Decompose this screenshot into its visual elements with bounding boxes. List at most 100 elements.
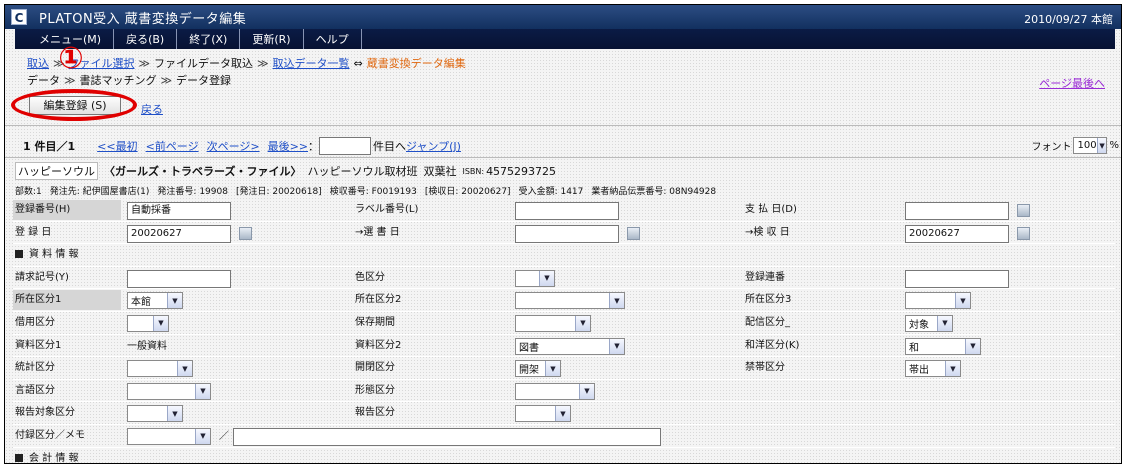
retention-select[interactable]: ▼ <box>515 314 591 332</box>
statistics-select[interactable]: ▼ <box>127 360 193 378</box>
chevron-down-icon: ▼ <box>945 361 960 377</box>
material1-label: 資料区分1 <box>15 339 62 351</box>
section-accounting-info: 会 計 情 報 <box>13 448 1115 463</box>
payment-date-label: 支 払 日(D) <box>745 204 797 215</box>
jump-suffix: 件目へ <box>373 140 407 153</box>
form-row: 言語区分 ▼ 形態区分 ▼ <box>13 380 1115 403</box>
font-control: フォント 100 ▼ % <box>1031 137 1119 154</box>
lang-type-value: 和 <box>909 342 919 354</box>
language-select[interactable]: ▼ <box>127 382 211 400</box>
jump-input[interactable] <box>319 137 372 155</box>
menu-item-exit[interactable]: 終了(X) <box>177 29 241 49</box>
report-target-select[interactable]: ▼ <box>127 405 183 423</box>
location2-select[interactable]: ▼ <box>515 292 625 310</box>
chevron-down-icon: ▼ <box>579 383 594 399</box>
menu-item-update[interactable]: 更新(R) <box>240 29 304 49</box>
language-label: 言語区分 <box>15 384 55 396</box>
material2-select[interactable]: 図書 ▼ <box>515 337 625 355</box>
request-code-label: 請求記号(Y) <box>15 271 69 283</box>
jump-link[interactable]: ジャンプ(J) <box>406 138 461 154</box>
section-material-info: 資 料 情 報 <box>13 244 1115 267</box>
chevron-down-icon: ▼ <box>555 406 570 422</box>
distribution-label: 配信区分_ <box>745 316 790 328</box>
calendar-icon[interactable] <box>239 226 252 240</box>
report-select[interactable]: ▼ <box>515 405 571 423</box>
reg-serial-label: 登録連番 <box>745 271 785 283</box>
calendar-icon[interactable] <box>1017 204 1030 217</box>
chevron-down-icon: ▼ <box>545 361 560 377</box>
reg-date-input[interactable]: 20020627 <box>127 224 231 243</box>
selection-date-label: →選 書 日 <box>355 226 400 238</box>
loan-select[interactable]: ▼ <box>127 314 169 332</box>
pager-last[interactable]: 最後>> <box>268 138 308 154</box>
book-author: ハッピーソウル取材班 <box>307 165 418 178</box>
publisher-tag: ハッピーソウル <box>15 162 98 180</box>
font-size-select[interactable]: 100 ▼ <box>1073 137 1108 154</box>
material1-value: 一般資料 <box>127 340 167 352</box>
appendix-select[interactable]: ▼ <box>127 427 211 445</box>
memo-input[interactable] <box>233 427 661 446</box>
location1-select[interactable]: 本館 ▼ <box>127 292 183 310</box>
open-close-select[interactable]: 開架 ▼ <box>515 360 561 378</box>
menu-item-help[interactable]: ヘルプ <box>304 29 362 49</box>
form-row: 登 録 日 20020627 →選 書 日 →検 収 日 20020627 <box>13 222 1115 245</box>
breadcrumb-arrow: ⇔ <box>353 56 363 70</box>
prohibit-label: 禁帯区分 <box>745 362 785 374</box>
date-branch: 2010/09/27 本館 <box>1024 13 1113 26</box>
book-publisher: 双葉社 <box>423 165 457 178</box>
page-bottom-link[interactable]: ページ最後へ <box>1039 75 1105 91</box>
chevron-down-icon: ▼ <box>609 293 624 309</box>
statistics-label: 統計区分 <box>15 362 55 374</box>
loan-label: 借用区分 <box>15 316 55 328</box>
annotation-number: ① <box>58 41 84 76</box>
breadcrumb-file-import: ファイルデータ取込 <box>154 57 254 70</box>
distribution-select[interactable]: 対象 ▼ <box>905 314 953 332</box>
menu-item-back[interactable]: 戻る(B) <box>114 29 178 49</box>
breadcrumb-current: 蔵書変換データ編集 <box>366 57 466 70</box>
pager-prev[interactable]: <前ページ <box>146 138 199 154</box>
back-link[interactable]: 戻る <box>141 101 163 117</box>
window-title: PLATON受入 蔵書変換データ編集 <box>39 11 247 27</box>
pager-next[interactable]: 次ページ> <box>207 138 260 154</box>
report-target-label: 報告対象区分 <box>15 407 75 419</box>
lang-type-select[interactable]: 和 ▼ <box>905 337 981 355</box>
material2-label: 資料区分2 <box>355 339 402 351</box>
pager-first[interactable]: <<最初 <box>97 138 137 154</box>
prohibit-select[interactable]: 帯出 ▼ <box>905 360 961 378</box>
reg-serial-input[interactable] <box>905 269 1009 288</box>
breadcrumb-import-list[interactable]: 取込データ一覧 <box>273 55 350 71</box>
calendar-icon[interactable] <box>627 226 640 240</box>
reg-no-input[interactable]: 自動採番 <box>127 202 231 220</box>
square-bullet-icon <box>15 453 23 462</box>
font-unit: % <box>1109 140 1119 151</box>
distribution-value: 対象 <box>909 319 929 331</box>
book-title: 〈ガールズ・トラベラーズ・ファイル〉 <box>104 165 302 178</box>
color-select[interactable]: ▼ <box>515 269 555 287</box>
inspect-date-input[interactable]: 20020627 <box>905 224 1009 243</box>
font-size-value: 100 <box>1077 140 1097 151</box>
location3-select[interactable]: ▼ <box>905 292 971 310</box>
calendar-icon[interactable] <box>1017 226 1030 240</box>
form-row: 登録番号(H) 自動採番 ラベル番号(L) 支 払 日(D) <box>13 199 1115 222</box>
location1-label: 所在区分1 <box>13 290 121 311</box>
isbn-label: ISBN: <box>462 166 485 176</box>
form-grid: 登録番号(H) 自動採番 ラベル番号(L) 支 払 日(D) 登 録 日 200… <box>13 199 1115 463</box>
delivery-slip-number: 業者納品伝票番号: 08N94928 <box>591 187 717 197</box>
location1-value: 本館 <box>131 297 151 309</box>
label-no-input[interactable] <box>515 202 619 220</box>
payment-date-input[interactable] <box>905 202 1009 220</box>
request-code-input[interactable] <box>127 269 231 288</box>
selection-date-input[interactable] <box>515 224 619 243</box>
breadcrumb-sep: ≫ <box>257 56 269 70</box>
breadcrumb: 取込 ≫ ファイル選択 ≫ ファイルデータ取込 ≫ 取込データ一覧 ⇔ 蔵書変換… <box>27 55 466 71</box>
form-type-select[interactable]: ▼ <box>515 382 595 400</box>
form-row: 借用区分 ▼ 保存期間 ▼ 配信区分_ 対象 ▼ <box>13 312 1115 335</box>
chevron-down-icon: ▼ <box>195 383 210 399</box>
prohibit-value: 帯出 <box>909 365 929 377</box>
section-material-title: 資 料 情 報 <box>29 249 79 261</box>
chevron-down-icon: ▼ <box>167 293 182 309</box>
breadcrumb-import[interactable]: 取込 <box>27 55 49 71</box>
chevron-down-icon: ▼ <box>153 315 168 331</box>
font-label: フォント <box>1031 142 1072 153</box>
breadcrumb-register: データ登録 <box>176 74 232 87</box>
